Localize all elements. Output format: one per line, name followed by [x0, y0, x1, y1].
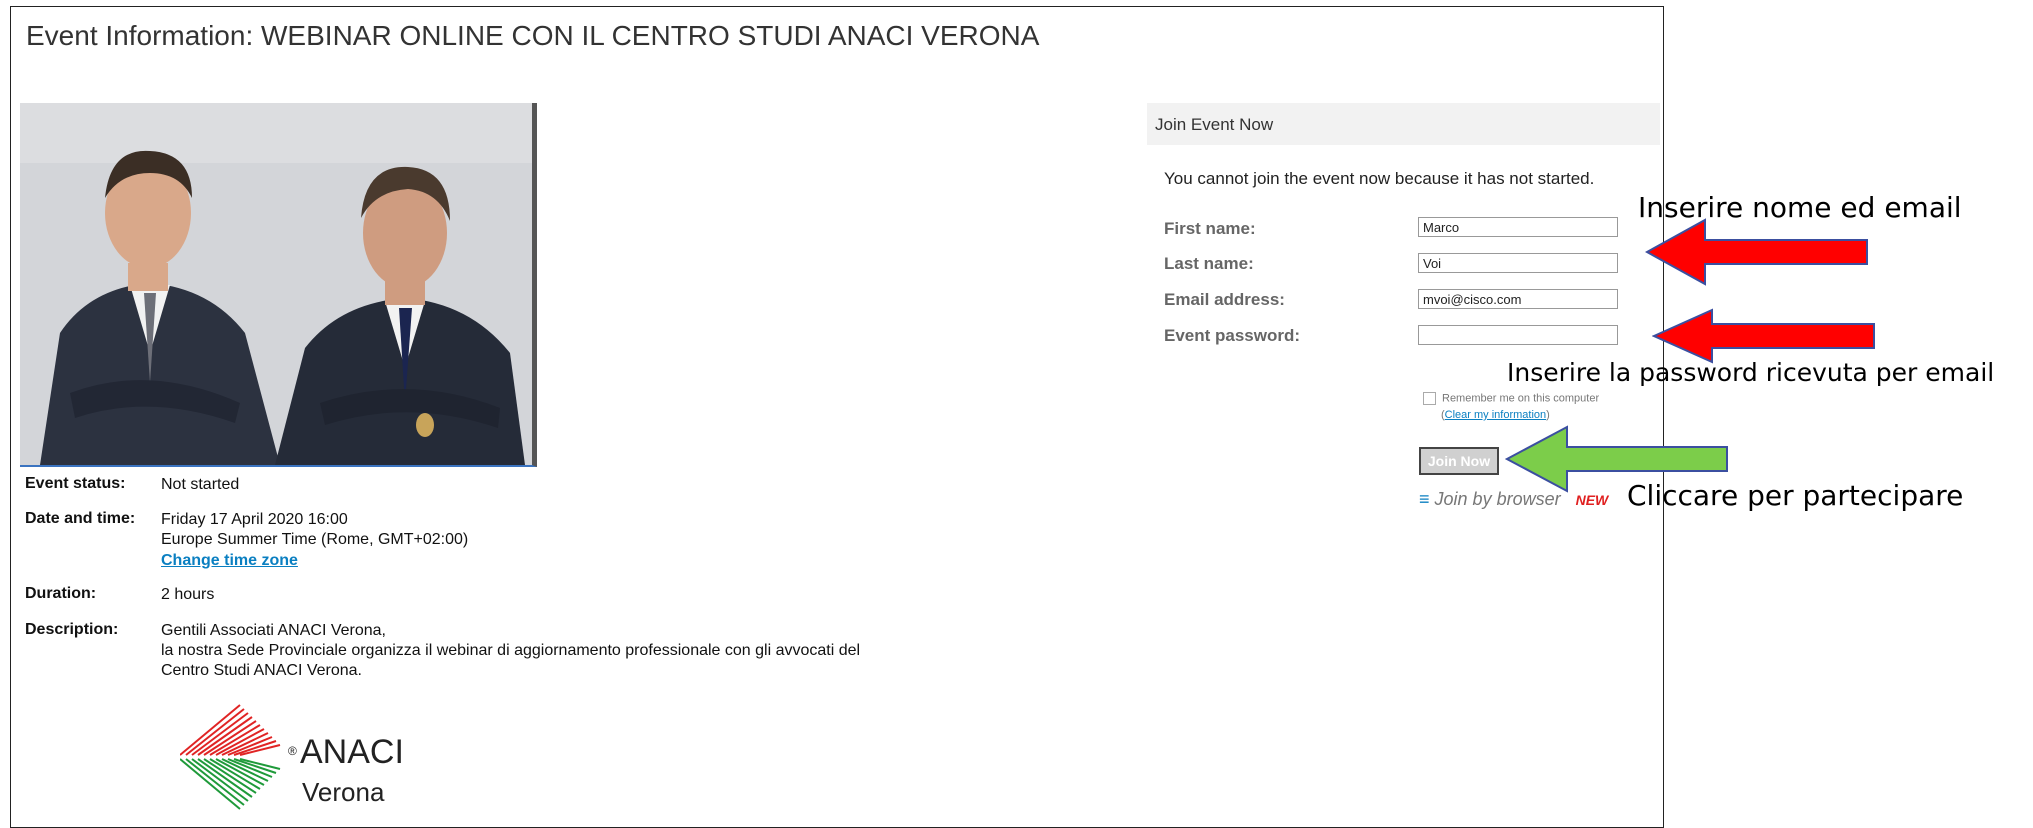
annotation-name-email: Inserire nome ed email — [1638, 191, 1962, 224]
annotation-click: Cliccare per partecipare — [1627, 479, 1964, 512]
time-zone-value: Europe Summer Time (Rome, GMT+02:00) — [161, 531, 469, 548]
logo-city: Verona — [302, 777, 385, 807]
event-photo — [20, 103, 537, 467]
email-label: Email address: — [1164, 290, 1285, 309]
browser-lines-icon: ≡ — [1419, 489, 1430, 509]
join-now-button[interactable]: Join Now — [1419, 447, 1499, 475]
logo-name: ANACI — [300, 733, 404, 771]
anaci-logo: ® ANACI Verona — [179, 703, 440, 813]
red-arrow-icon — [1645, 218, 1868, 286]
email-input[interactable] — [1418, 289, 1618, 309]
page-title: Event Information: WEBINAR ONLINE CON IL… — [26, 20, 1040, 51]
date-time-value: Friday 17 April 2020 16:00 — [161, 511, 348, 528]
event-password-input[interactable] — [1418, 325, 1618, 345]
remember-me: Remember me on this computer — [1423, 392, 1599, 405]
last-name-input[interactable] — [1418, 253, 1618, 273]
not-started-notice: You cannot join the event now because it… — [1164, 169, 1595, 188]
description-label: Description: — [25, 621, 119, 638]
new-badge: NEW — [1575, 492, 1609, 508]
join-panel-title: Join Event Now — [1155, 115, 1274, 134]
join-panel-header: Join Event Now — [1147, 103, 1660, 145]
clear-info: (Clear my information) — [1441, 409, 1550, 421]
anaci-logo-mark: ® ANACI Verona — [179, 704, 404, 810]
red-arrow-icon — [1652, 308, 1875, 364]
clear-info-close-paren: ) — [1546, 409, 1550, 421]
description-line-2: la nostra Sede Provinciale organizza il … — [161, 642, 861, 659]
date-time-label: Date and time: — [25, 510, 136, 527]
speakers-photo — [20, 103, 532, 465]
description-line-1: Gentili Associati ANACI Verona, — [161, 622, 386, 639]
event-status-value: Not started — [161, 476, 240, 493]
remember-me-label: Remember me on this computer — [1442, 392, 1600, 405]
event-password-label: Event password: — [1164, 326, 1301, 345]
remember-me-checkbox[interactable] — [1423, 392, 1436, 405]
logo-registered-mark: ® — [288, 744, 297, 758]
duration-label: Duration: — [25, 585, 97, 602]
last-name-label: Last name: — [1164, 254, 1254, 273]
first-name-input[interactable] — [1418, 217, 1618, 237]
first-name-label: First name: — [1164, 219, 1256, 238]
description-line-3: Centro Studi ANACI Verona. — [161, 662, 362, 679]
clear-my-information-link[interactable]: Clear my information — [1445, 409, 1546, 421]
duration-value: 2 hours — [161, 586, 215, 603]
change-time-zone-link[interactable]: Change time zone — [161, 551, 298, 571]
event-status-label: Event status: — [25, 475, 126, 492]
annotation-password: Inserire la password ricevuta per email — [1507, 358, 1995, 387]
